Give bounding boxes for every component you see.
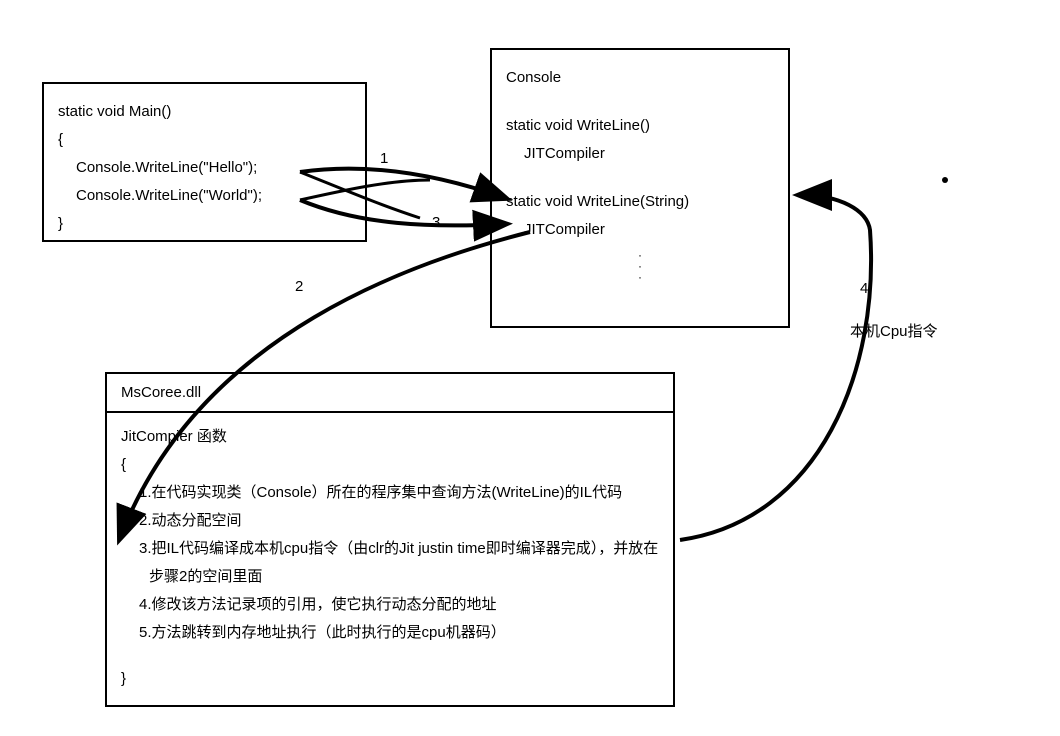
arrow-label-4: 4 [860,280,868,297]
console-method-1: static void WriteLine() [506,114,774,138]
console-method-2: static void WriteLine(String) [506,190,774,214]
jitcompiler-func: JitCompier 函数 [121,425,659,449]
main-line-2: Console.WriteLine("World"); [58,184,351,208]
console-class-box: Console static void WriteLine() JITCompi… [490,48,790,328]
main-code-box: static void Main() { Console.WriteLine("… [42,82,367,242]
arrow-4-caption: 本机Cpu指令 [850,320,938,341]
console-method-2-jit: JITCompiler [506,218,774,242]
main-signature: static void Main() [58,100,351,124]
brace-open: { [58,128,351,152]
console-method-1-jit: JITCompiler [506,142,774,166]
func-brace-open: { [121,453,659,477]
ellipsis-dots: ··· [506,250,774,282]
mscoree-box: MsCoree.dll JitCompier 函数 { 1.在代码实现类（Con… [105,372,675,707]
step-5: 5.方法跳转到内存地址执行（此时执行的是cpu机器码） [121,621,659,645]
arrow-label-3: 3 [432,214,440,231]
step-4: 4.修改该方法记录项的引用，使它执行动态分配的地址 [121,593,659,617]
arrow-label-2: 2 [295,278,303,295]
brace-close: } [58,212,351,236]
step-2: 2.动态分配空间 [121,509,659,533]
step-3b: 步骤2的空间里面 [121,565,659,589]
arrow-label-1: 1 [380,150,388,167]
main-line-1: Console.WriteLine("Hello"); [58,156,351,180]
console-title: Console [506,66,774,90]
step-3: 3.把IL代码编译成本机cpu指令（由clr的Jit justin time即时… [121,537,659,561]
func-brace-close: } [121,667,659,691]
mscoree-header: MsCoree.dll [107,374,673,413]
step-1: 1.在代码实现类（Console）所在的程序集中查询方法(WriteLine)的… [121,481,659,505]
